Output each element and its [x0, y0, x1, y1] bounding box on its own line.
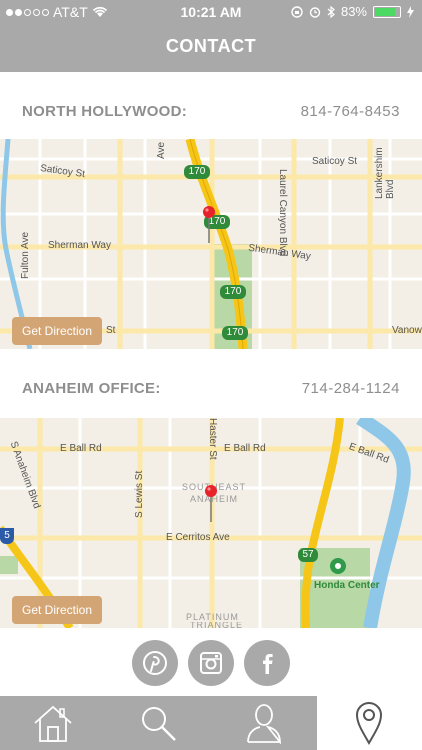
orientation-lock-icon: [291, 5, 303, 18]
highway-shield: 170: [222, 326, 248, 340]
tab-profile[interactable]: [211, 696, 317, 750]
honda-center-icon: [330, 558, 346, 574]
map-label-laurel: Laurel Canyon Blvd: [277, 169, 288, 257]
tab-home[interactable]: [0, 696, 106, 750]
map-label-ave: Ave: [156, 141, 167, 159]
office-row-anaheim: ANAHEIM OFFICE: 714-284-1124: [22, 380, 400, 402]
map-label-platinum: PLATINUM: [186, 612, 239, 622]
map-anaheim[interactable]: E Ball Rd E Ball Rd E Ball Rd E Cerritos…: [0, 418, 422, 628]
highway-shield-57: 57: [298, 548, 318, 562]
map-label-lankershim: Lankershim Blvd: [374, 147, 396, 199]
alarm-icon: [309, 6, 321, 18]
highway-shield: 170: [184, 165, 210, 179]
bluetooth-icon: [327, 5, 335, 18]
highway-shield-i5: 5: [0, 528, 14, 544]
map-pin-icon[interactable]: [204, 484, 218, 524]
office-name: NORTH HOLLYWOOD:: [22, 103, 188, 120]
pinterest-button[interactable]: [132, 640, 178, 686]
profile-icon: [246, 704, 281, 744]
map-label-vanowen: Vanow: [392, 325, 422, 336]
map-label-haster: Haster St: [207, 418, 218, 460]
map-label-st: St: [106, 325, 116, 336]
tab-search[interactable]: [106, 696, 212, 750]
tab-location[interactable]: [316, 696, 422, 750]
map-label-ball-mid: E Ball Rd: [224, 443, 266, 454]
get-direction-button[interactable]: Get Direction: [12, 596, 102, 624]
map-pin-icon[interactable]: [202, 205, 216, 245]
status-bar: AT&T 10:21 AM 83%: [0, 0, 422, 24]
battery-percent: 83%: [340, 4, 367, 19]
status-right-group: 83%: [291, 4, 414, 19]
map-label-lewis: S Lewis St: [134, 470, 145, 518]
get-direction-button[interactable]: Get Direction: [12, 317, 102, 345]
home-icon: [34, 705, 72, 742]
map-north-hollywood[interactable]: Saticoy St Saticoy St Sherman Way Sherma…: [0, 139, 422, 349]
instagram-icon: [200, 652, 222, 674]
search-icon: [142, 707, 177, 741]
map-label-sherman-left: Sherman Way: [48, 240, 111, 251]
facebook-icon: [263, 654, 273, 674]
map-label-honda-center: Honda Center: [314, 580, 380, 591]
office-name: ANAHEIM OFFICE:: [22, 380, 161, 397]
office-row-north-hollywood: NORTH HOLLYWOOD: 814-764-8453: [22, 103, 400, 125]
map-label-fulton: Fulton Ave: [20, 231, 31, 279]
tab-bar: [0, 696, 422, 750]
map-label-triangle: TRIANGLE: [190, 622, 244, 628]
office-phone-link[interactable]: 714-284-1124: [302, 380, 400, 402]
battery-icon: [373, 5, 401, 18]
highway-shield: 170: [220, 285, 246, 299]
map-label-ball-left: E Ball Rd: [60, 443, 102, 454]
location-pin-icon: [356, 702, 383, 745]
office-phone-link[interactable]: 814-764-8453: [301, 103, 400, 125]
charging-icon: [407, 5, 414, 18]
header-bar: AT&T 10:21 AM 83% CONTACT: [0, 0, 422, 72]
instagram-button[interactable]: [188, 640, 234, 686]
page-title: CONTACT: [165, 36, 257, 56]
map-label-cerritos: E Cerritos Ave: [166, 532, 230, 543]
pinterest-icon: [143, 651, 167, 675]
social-links: [0, 640, 422, 686]
facebook-button[interactable]: [244, 640, 290, 686]
map-label-saticoy-right: Saticoy St: [312, 156, 358, 167]
